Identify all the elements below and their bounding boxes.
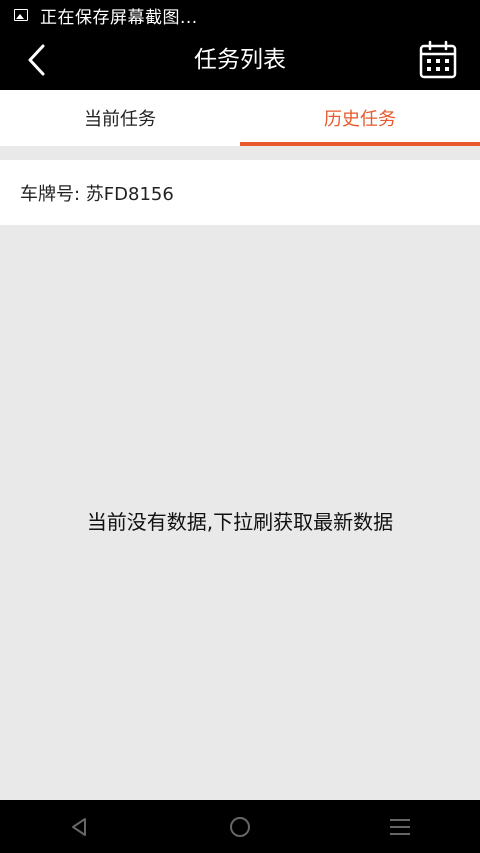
back-button[interactable]	[18, 40, 54, 80]
status-notification-text: 正在保存屏幕截图...	[40, 7, 198, 28]
status-bar: 正在保存屏幕截图...	[0, 0, 480, 30]
system-navigation-bar	[0, 800, 480, 853]
plate-number-label: 车牌号: 苏FD8156	[20, 183, 174, 205]
back-arrow-icon	[28, 44, 45, 76]
nav-menu-button[interactable]	[370, 800, 430, 853]
tab-current-tasks[interactable]: 当前任务	[0, 90, 240, 146]
task-tabs: 当前任务 历史任务	[0, 90, 480, 146]
calendar-icon	[419, 40, 457, 79]
nav-menu-icon	[390, 818, 410, 835]
app-bar: 任务列表	[0, 30, 480, 90]
screenshot-image-icon	[14, 9, 28, 21]
empty-state-message: 当前没有数据,下拉刷获取最新数据	[86, 510, 394, 534]
plate-number-row: 车牌号: 苏FD8156	[0, 160, 480, 225]
nav-home-button[interactable]	[210, 800, 270, 853]
tab-history-tasks[interactable]: 历史任务	[240, 90, 480, 146]
calendar-button[interactable]	[418, 40, 458, 80]
nav-back-icon	[72, 817, 86, 836]
task-list-area[interactable]: 当前没有数据,下拉刷获取最新数据	[0, 225, 480, 800]
page-title: 任务列表	[194, 47, 286, 73]
nav-back-button[interactable]	[50, 800, 110, 853]
nav-home-icon	[230, 816, 250, 837]
